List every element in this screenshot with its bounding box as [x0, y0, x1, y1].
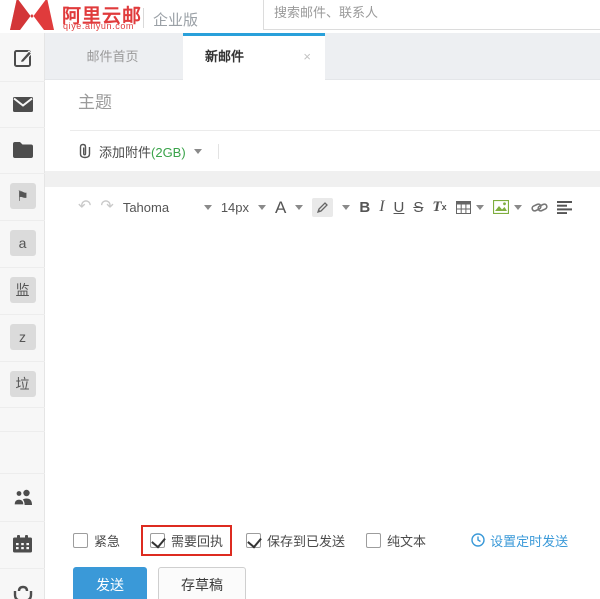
paperclip-icon [78, 143, 92, 159]
sidebar-item-z[interactable]: z [0, 314, 45, 360]
redo-icon[interactable]: ↷ [100, 199, 113, 215]
divider [218, 144, 219, 159]
undo-icon[interactable]: ↶ [78, 199, 91, 215]
subject-row [70, 80, 600, 131]
app-header: 阿里云邮 qiye.aliyun.com 企业版 [0, 0, 600, 33]
mail-icon [13, 97, 33, 112]
align-left-icon [557, 201, 572, 214]
letter-tile: z [10, 324, 36, 350]
storage-icon [13, 584, 33, 599]
option-label: 紧急 [94, 531, 120, 550]
compose-icon [12, 47, 34, 69]
calendar-icon [13, 535, 32, 553]
underline-button[interactable]: U [394, 200, 405, 215]
schedule-send-label: 设置定时发送 [490, 531, 568, 550]
option-label: 保存到已发送 [267, 531, 345, 550]
image-icon [493, 200, 509, 214]
tab-new-mail-label: 新邮件 [205, 36, 244, 80]
aliyun-mail-logo-icon [8, 0, 56, 32]
pencil-icon [316, 201, 329, 214]
attach-quota: (2GB) [151, 145, 186, 160]
clear-format-button[interactable]: Tx [432, 200, 446, 215]
sidebar-divider [0, 568, 45, 569]
sidebar-item-contacts[interactable] [0, 474, 45, 520]
sidebar: ⚑ a 监 z 垃 [0, 33, 45, 599]
subject-input[interactable] [78, 93, 588, 113]
sidebar-item-compose[interactable] [0, 35, 45, 81]
sidebar-item-flag[interactable]: ⚑ [0, 173, 45, 219]
checkbox-unchecked-icon[interactable] [366, 533, 381, 548]
insert-link-button[interactable] [531, 201, 548, 214]
align-button[interactable] [557, 201, 572, 214]
attach-label: 添加附件(2GB) [99, 142, 186, 161]
checkbox-checked-icon[interactable] [150, 533, 165, 548]
edition-label: 企业版 [153, 9, 198, 30]
tab-bar: 邮件首页 新邮件 × [0, 33, 600, 80]
close-tab-icon[interactable]: × [303, 50, 311, 64]
chevron-down-icon[interactable] [295, 205, 303, 210]
editor-top-strip [45, 171, 600, 187]
link-icon [531, 201, 548, 214]
option-label: 需要回执 [171, 531, 223, 550]
formatting-toolbar: ↶ ↷ Tahoma 14px A B I U S Tx [78, 187, 600, 227]
tab-mail-home[interactable]: 邮件首页 [60, 33, 165, 80]
option-label: 纯文本 [387, 531, 426, 550]
letter-tile: a [10, 230, 36, 256]
save-draft-button[interactable]: 存草稿 [158, 567, 246, 599]
font-size-select[interactable]: 14px [221, 201, 249, 214]
folder-icon [13, 142, 33, 158]
chevron-down-icon[interactable] [204, 205, 212, 210]
send-button[interactable]: 发送 [73, 567, 147, 599]
schedule-send-link[interactable]: 设置定时发送 [471, 531, 568, 550]
table-button[interactable] [456, 201, 471, 214]
sidebar-divider [0, 407, 45, 408]
table-icon [456, 201, 471, 214]
sidebar-item-monitor[interactable]: 监 [0, 267, 45, 313]
option-save-to-sent[interactable]: 保存到已发送 [246, 531, 345, 550]
sidebar-divider [0, 431, 45, 432]
letter-tile: 监 [10, 277, 36, 303]
compose-pane: 添加附件(2GB) ↶ ↷ Tahoma 14px A B I U [45, 80, 600, 599]
brand-divider [143, 8, 144, 28]
chevron-down-icon[interactable] [476, 205, 484, 210]
option-receipt[interactable]: 需要回执 [150, 531, 223, 550]
contacts-icon [12, 489, 34, 506]
checkbox-unchecked-icon[interactable] [73, 533, 88, 548]
chevron-down-icon[interactable] [258, 205, 266, 210]
italic-button[interactable]: I [379, 199, 384, 215]
option-urgent[interactable]: 紧急 [73, 531, 120, 550]
font-color-button[interactable]: A [275, 199, 286, 216]
sidebar-item-mail[interactable] [0, 81, 45, 127]
insert-image-button[interactable] [493, 200, 509, 214]
brand-domain: qiye.aliyun.com [63, 21, 134, 31]
sidebar-item-calendar[interactable] [0, 521, 45, 567]
annotation-highlight-box: 需要回执 [141, 525, 232, 556]
sidebar-item-a[interactable]: a [0, 220, 45, 266]
message-body-editor[interactable] [45, 228, 600, 523]
flag-icon: ⚑ [10, 183, 36, 209]
option-plain-text[interactable]: 纯文本 [366, 531, 426, 550]
chevron-down-icon [194, 149, 202, 154]
chevron-down-icon[interactable] [514, 205, 522, 210]
highlight-pen-button[interactable] [312, 198, 333, 217]
font-family-select[interactable]: Tahoma [123, 201, 195, 214]
search-box [263, 0, 600, 30]
letter-tile: 垃 [10, 371, 36, 397]
app-window: 阿里云邮 qiye.aliyun.com 企业版 邮件首页 新邮件 × [0, 0, 600, 599]
tab-new-mail[interactable]: 新邮件 × [183, 33, 325, 80]
chevron-down-icon[interactable] [342, 205, 350, 210]
sidebar-item-spam[interactable]: 垃 [0, 361, 45, 407]
strikethrough-button[interactable]: S [413, 200, 423, 215]
bold-button[interactable]: B [359, 200, 370, 215]
send-options-row: 紧急 需要回执 保存到已发送 纯文本 设置定时 [73, 525, 568, 555]
add-attachment-button[interactable]: 添加附件(2GB) [78, 138, 219, 164]
sidebar-item-storage[interactable] [0, 571, 45, 599]
search-input[interactable] [274, 5, 594, 20]
clock-icon [471, 533, 485, 547]
sidebar-item-folders[interactable] [0, 127, 45, 173]
checkbox-checked-icon[interactable] [246, 533, 261, 548]
